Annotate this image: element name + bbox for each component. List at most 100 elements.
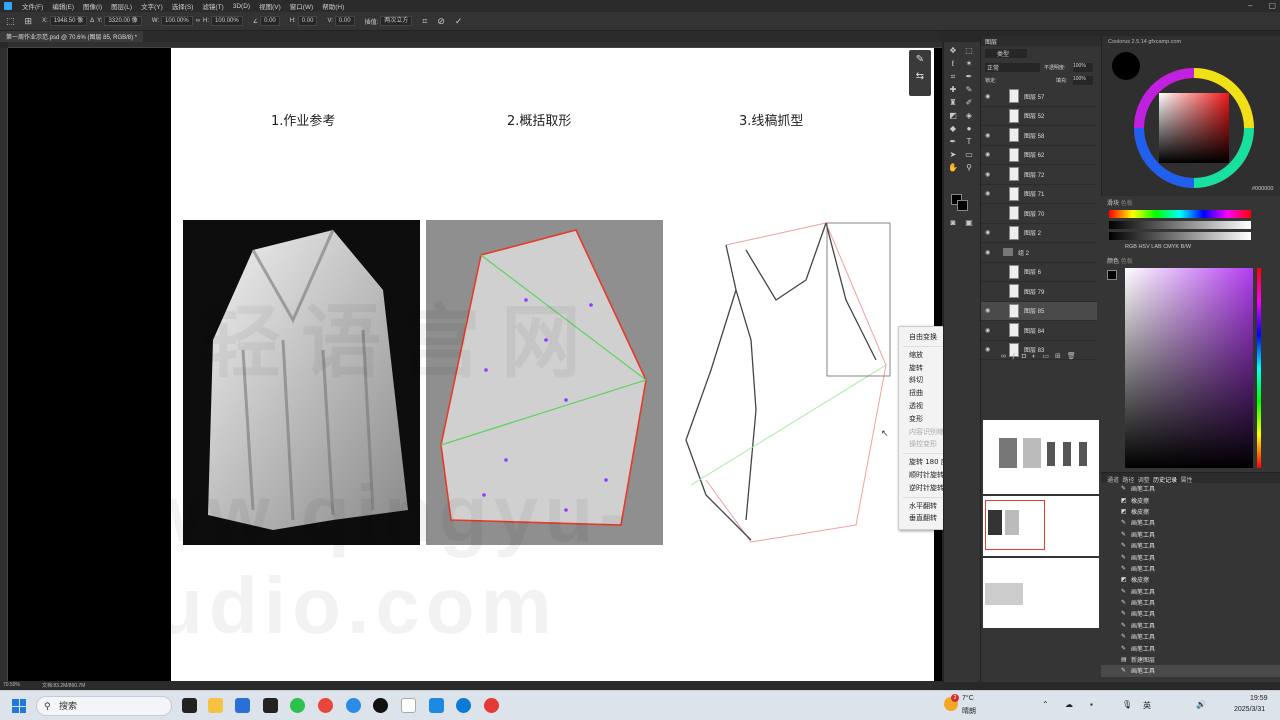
history-item[interactable]: ✎ 画笔工具 <box>1101 517 1280 528</box>
notepad-icon[interactable] <box>401 698 416 713</box>
quick-mask-icon[interactable]: ◙ <box>948 218 958 228</box>
tab-history[interactable]: 历史记录 <box>1153 478 1177 484</box>
type-tool-icon[interactable]: T <box>964 137 974 147</box>
visibility-eye-icon[interactable]: ◉ <box>985 151 995 158</box>
eyedropper-tool-icon[interactable]: ✒ <box>964 72 974 82</box>
app-icon-1[interactable] <box>263 698 278 713</box>
bucket-tool-icon[interactable]: ◈ <box>964 111 974 121</box>
chrome-icon[interactable] <box>318 698 333 713</box>
volume-icon[interactable]: 🔊 <box>1196 700 1206 709</box>
layer-row[interactable]: ◉ 图层 85 <box>981 301 1097 321</box>
reference-point-icon[interactable]: ⊞ <box>25 16 33 27</box>
move-tool-icon[interactable]: ✥ <box>948 46 958 56</box>
stamp-tool-icon[interactable]: ♜ <box>948 98 958 108</box>
crop-tool-icon[interactable]: ⌗ <box>948 72 958 82</box>
history-item[interactable]: ✎ 画笔工具 <box>1101 642 1280 653</box>
history-item[interactable]: ✎ 画笔工具 <box>1101 608 1280 619</box>
history-item[interactable]: ✎ 画笔工具 <box>1101 620 1280 631</box>
history-brush-tool-icon[interactable]: ✐ <box>964 98 974 108</box>
layer-row[interactable]: ◉ 图层 72 <box>981 165 1097 185</box>
taskbar-search[interactable]: ⚲ 搜索 <box>36 696 172 716</box>
visibility-eye-icon[interactable]: ◉ <box>985 346 995 353</box>
tray-chevron-icon[interactable]: ⌃ <box>1042 700 1049 709</box>
new-layer-icon[interactable]: ⊞ <box>1055 353 1067 360</box>
task-view-icon[interactable] <box>182 698 197 713</box>
opacity-field[interactable]: 100% <box>1073 63 1093 72</box>
minimize-icon[interactable]: – <box>1248 1 1252 10</box>
layer-row[interactable]: ◉ 图层 58 <box>981 126 1097 146</box>
layer-group-row[interactable]: ◉ 组 2 <box>981 243 1097 263</box>
visibility-eye-icon[interactable]: ◉ <box>985 171 995 178</box>
shape-tool-icon[interactable]: ▭ <box>964 150 974 160</box>
pen-icon[interactable]: ✎ <box>909 54 931 65</box>
history-item[interactable]: ✎ 画笔工具 <box>1101 631 1280 642</box>
history-item[interactable]: ✎ 画笔工具 <box>1101 551 1280 562</box>
color-panel-swatch[interactable] <box>1107 270 1117 280</box>
clock-date[interactable]: 2025/3/31 <box>1234 706 1265 713</box>
history-item[interactable]: ✎ 画笔工具 <box>1101 563 1280 574</box>
tray-app-icon[interactable]: ▪ <box>1090 700 1093 709</box>
pen-tool-icon[interactable]: ✒ <box>948 137 958 147</box>
hue-ring[interactable] <box>1132 66 1257 191</box>
fx-icon[interactable]: ƒ <box>1012 353 1022 360</box>
visibility-eye-icon[interactable]: ◉ <box>985 132 995 139</box>
layer-row[interactable]: ◉ 图层 57 <box>981 87 1097 107</box>
layer-row[interactable]: ◉ 图层 2 <box>981 224 1097 243</box>
tab-adjustments[interactable]: 调整 <box>1138 478 1150 484</box>
qq-icon[interactable] <box>373 698 388 713</box>
history-item[interactable]: ◩ 橡皮擦 <box>1101 494 1280 505</box>
history-item[interactable]: ▤ 新建图层 <box>1101 654 1280 665</box>
layer-row[interactable]: 图层 70 <box>981 204 1097 224</box>
history-item[interactable]: ◩ 橡皮擦 <box>1101 574 1280 585</box>
layer-kind-filter[interactable]: 类型 <box>985 49 1027 58</box>
blend-mode-select[interactable]: 正常 <box>985 63 1040 72</box>
tab-paths[interactable]: 路径 <box>1122 478 1134 484</box>
zoom-level[interactable]: 70.59% <box>3 682 20 688</box>
file-explorer-icon[interactable] <box>208 698 223 713</box>
saturation-brightness-field[interactable] <box>1125 268 1253 468</box>
document-canvas[interactable]: 1.作业参考 2.概括取形 3.线稿抓型 轻语宫网 www.qingyu-stu… <box>171 48 934 681</box>
interpolation-select[interactable]: 两次立方 <box>380 16 413 26</box>
navigator-page-1[interactable] <box>983 420 1099 494</box>
hex-value[interactable]: #000000 <box>1252 186 1273 192</box>
delete-layer-icon[interactable]: 🗑 <box>1067 353 1082 360</box>
store-icon[interactable] <box>235 698 250 713</box>
menu-window[interactable]: 窗口(W) <box>290 1 313 11</box>
brightness-slider[interactable] <box>1109 232 1251 240</box>
history-item[interactable]: ✎ 画笔工具 <box>1101 540 1280 551</box>
angle-field[interactable]: 0.00 <box>260 16 280 26</box>
cancel-transform-icon[interactable]: ⊘ <box>437 16 445 27</box>
history-item[interactable]: ✎ 画笔工具 <box>1101 529 1280 540</box>
delta-icon[interactable]: Δ <box>90 18 94 24</box>
tab-color-swatches[interactable]: 色板 <box>1121 259 1133 265</box>
tab-channels[interactable]: 通道 <box>1107 478 1119 484</box>
menu-3d[interactable]: 3D(D) <box>233 3 250 10</box>
document-tab[interactable]: 第一周作业示范.psd @ 70.6% (图层 85, RGB/8) * <box>0 31 144 42</box>
y-field[interactable]: 3320.00 像 <box>104 16 142 26</box>
layer-row[interactable]: 图层 52 <box>981 107 1097 126</box>
eraser-tool-icon[interactable]: ◩ <box>948 111 958 121</box>
visibility-eye-icon[interactable]: ◉ <box>985 307 995 314</box>
vskew-field[interactable]: 0.00 <box>334 16 355 26</box>
hskew-field[interactable]: 0.00 <box>297 16 318 26</box>
tab-color[interactable]: 颜色 <box>1107 259 1119 265</box>
warp-toggle-icon[interactable]: ⌗ <box>422 16 427 27</box>
hue-slider[interactable] <box>1109 210 1251 218</box>
link-layers-icon[interactable]: ∞ <box>1001 353 1012 360</box>
brush-tool-icon[interactable]: ✎ <box>964 85 974 95</box>
start-icon[interactable] <box>12 699 26 713</box>
artboard-tool-icon[interactable]: ⬚ <box>964 46 974 56</box>
navigator-page-2[interactable] <box>983 496 1099 556</box>
netease-music-icon[interactable] <box>484 698 499 713</box>
menu-type[interactable]: 文字(Y) <box>141 1 163 11</box>
wechat-icon[interactable] <box>290 698 305 713</box>
maximize-icon[interactable]: ▢ <box>1268 1 1276 10</box>
background-color-swatch[interactable] <box>957 200 968 211</box>
blur-tool-icon[interactable]: ◆ <box>948 124 958 134</box>
app-icon-2[interactable] <box>429 698 444 713</box>
mask-icon[interactable]: ◘ <box>1022 353 1032 360</box>
menu-filter[interactable]: 滤镜(T) <box>202 1 223 11</box>
visibility-eye-icon[interactable]: ◉ <box>985 327 995 334</box>
width-field[interactable]: 100.00% <box>161 16 193 26</box>
height-field[interactable]: 100.00% <box>211 16 243 26</box>
